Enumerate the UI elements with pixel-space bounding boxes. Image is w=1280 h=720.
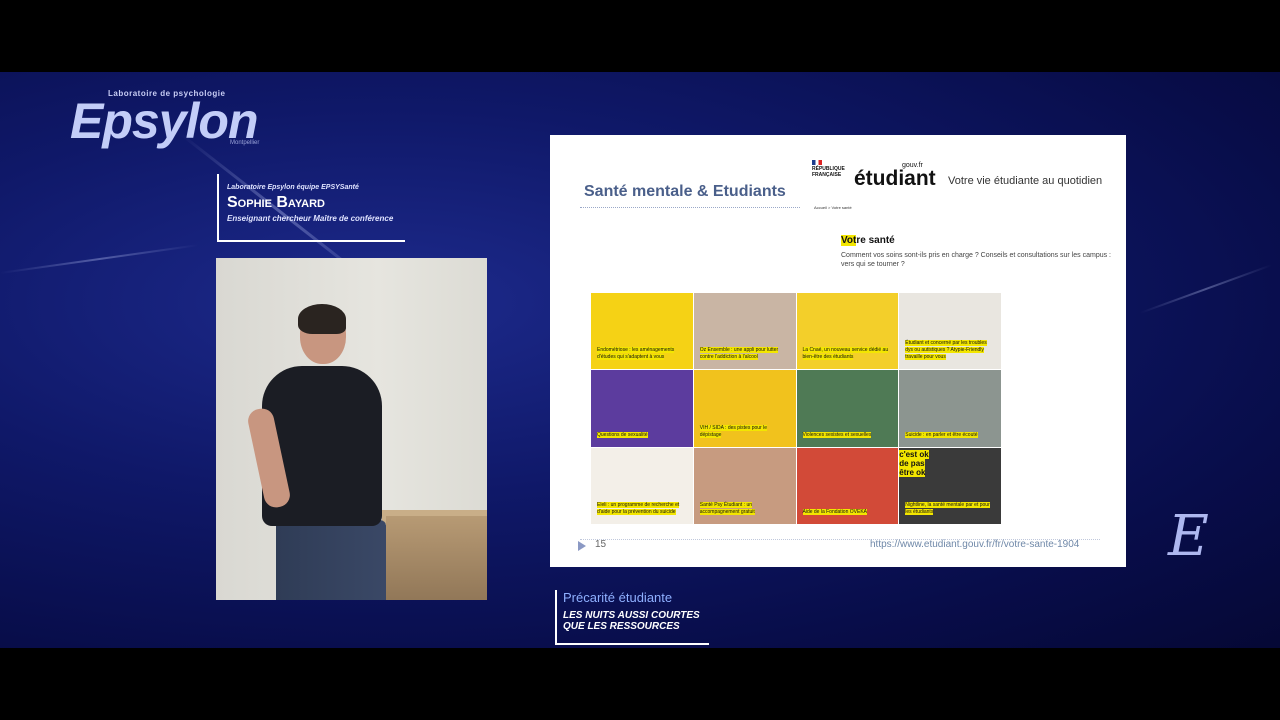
- tile-caption: La Cnaé, un nouveau service dédié au bie…: [802, 347, 889, 361]
- program-title: Précarité étudiante: [563, 590, 673, 605]
- breadcrumb: Accueil > Votre santé: [814, 205, 852, 210]
- desk-front: [386, 516, 487, 600]
- article-tile[interactable]: Violences sexistes et sexuelles: [796, 370, 899, 447]
- play-arrow-icon: [578, 541, 586, 551]
- logo-subtext: Montpellier: [230, 140, 260, 146]
- light-streak: [0, 244, 199, 274]
- speaker-affiliation: Laboratoire Epsylon équipe EPSYSanté: [227, 184, 359, 191]
- speaker-name: Sophie Bayard: [227, 194, 325, 211]
- program-subtitle-line2: QUE LES RESSOURCES: [563, 621, 680, 632]
- etudiant-gouv-header: RÉPUBLIQUE FRANÇAISE étudiant gouv.fr Vo…: [812, 160, 1112, 220]
- heading-rest: re santé: [856, 235, 895, 246]
- epsylon-logo: Epsylon Laboratoire de psychologie Montp…: [52, 86, 292, 166]
- article-tile[interactable]: Suicide : en parler et être écouté: [899, 370, 1001, 447]
- tile-overlay-text: c'est ok de pas être ok: [899, 449, 929, 477]
- tile-caption: Étudiant et concerné par les troubles dy…: [905, 340, 987, 361]
- article-tile[interactable]: La Cnaé, un nouveau service dédié au bie…: [796, 293, 899, 370]
- speaker-hair: [298, 304, 346, 334]
- video-frame: Epsylon Laboratoire de psychologie Montp…: [0, 72, 1280, 648]
- logo-lab-text: Laboratoire de psychologie: [108, 89, 226, 98]
- speaker-video: [216, 258, 487, 600]
- tile-caption: Suicide : en parler et être écouté: [905, 431, 978, 438]
- top-letterbox: [0, 0, 1280, 72]
- article-tile[interactable]: Endométriose : les aménagements d'études…: [591, 293, 693, 370]
- article-tile[interactable]: Eleli : un programme de recherche et d'a…: [591, 447, 693, 524]
- light-streak: [1139, 264, 1272, 314]
- slide-title: Santé mentale & Etudiants: [584, 183, 786, 200]
- tile-caption: Aide de la Fondation OVEKA: [802, 509, 867, 515]
- article-tile[interactable]: VIH / SIDA : des pistes pour le dépistag…: [693, 370, 796, 447]
- slide-number: 15: [595, 539, 607, 550]
- speaker-role: Enseignant chercheur Maître de conférenc…: [227, 214, 394, 223]
- tile-caption: Oz Ensemble : une appli pour lutter cont…: [699, 347, 779, 361]
- article-tile[interactable]: Aide de la Fondation OVEKA: [796, 447, 899, 524]
- tile-caption: Nightline, la santé mentale par et pour …: [905, 502, 990, 515]
- french-flag-icon: [812, 160, 822, 165]
- tile-caption: Eleli : un programme de recherche et d'a…: [597, 502, 680, 515]
- section-heading: Votre santé: [841, 235, 895, 246]
- article-grid: Endométriose : les aménagements d'études…: [591, 293, 1001, 524]
- etudiant-brand: étudiant: [854, 167, 936, 190]
- tile-caption: Questions de sexualité: [597, 431, 648, 438]
- article-tile[interactable]: Oz Ensemble : une appli pour lutter cont…: [693, 293, 796, 370]
- presentation-slide: Santé mentale & Etudiants RÉPUBLIQUE FRA…: [550, 135, 1126, 567]
- republique-francaise-label: RÉPUBLIQUE FRANÇAISE: [812, 166, 845, 178]
- heading-highlight: Vot: [841, 235, 857, 246]
- program-caption: Précarité étudiante LES NUITS AUSSI COUR…: [555, 590, 709, 645]
- source-url: https://www.etudiant.gouv.fr/fr/votre-sa…: [870, 539, 1080, 550]
- epsylon-corner-mark: E: [1168, 504, 1209, 569]
- section-description: Comment vos soins sont-ils pris en charg…: [841, 252, 1112, 268]
- tile-caption: VIH / SIDA : des pistes pour le dépistag…: [699, 424, 768, 438]
- article-tile[interactable]: Questions de sexualité: [591, 370, 693, 447]
- article-tile[interactable]: Étudiant et concerné par les troubles dy…: [899, 293, 1001, 370]
- tagline: Votre vie étudiante au quotidien: [948, 175, 1103, 187]
- tile-caption: Endométriose : les aménagements d'études…: [597, 347, 675, 361]
- program-subtitle-line1: LES NUITS AUSSI COURTES: [563, 610, 700, 621]
- gouv-fr-label: gouv.fr: [902, 162, 923, 169]
- article-tile[interactable]: Santé Psy Étudiant : un accompagnement g…: [693, 447, 796, 524]
- article-tile[interactable]: c'est ok de pas être ok Nightline, la sa…: [899, 447, 1001, 524]
- title-underline: [580, 207, 800, 208]
- tile-caption: Santé Psy Étudiant : un accompagnement g…: [699, 502, 755, 515]
- tile-caption: Violences sexistes et sexuelles: [802, 431, 872, 438]
- bottom-letterbox: [0, 648, 1280, 720]
- speaker-caption: Laboratoire Epsylon équipe EPSYSanté Sop…: [217, 174, 405, 242]
- speaker-legs: [276, 520, 386, 600]
